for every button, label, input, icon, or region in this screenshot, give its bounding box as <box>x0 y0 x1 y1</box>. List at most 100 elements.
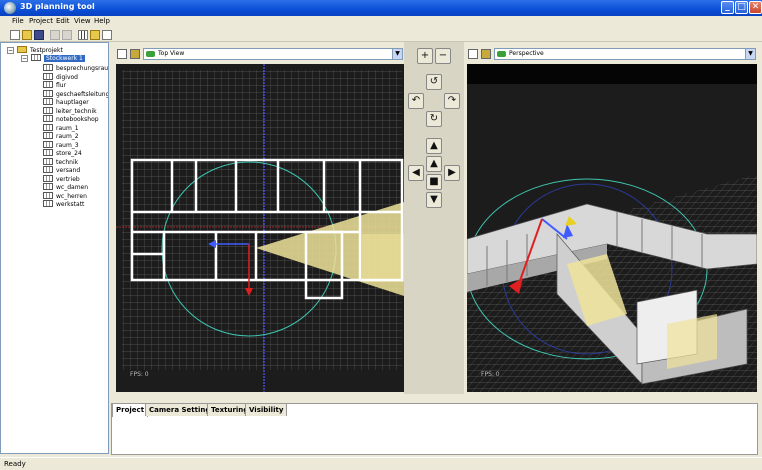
copy-layout-icon[interactable] <box>90 30 100 40</box>
project-tree[interactable]: − Testprojekt − Stockwerk 1 besprechungsra… <box>0 42 109 454</box>
window-title: 3D planning tool <box>20 2 95 11</box>
open-folder-icon[interactable] <box>22 30 32 40</box>
move-down-icon[interactable]: ▼ <box>426 192 442 208</box>
center-icon[interactable]: ■ <box>426 174 442 190</box>
room-icon <box>43 89 53 97</box>
tree-room-label: wc_herren <box>56 192 87 200</box>
viewport-camera-icon[interactable] <box>481 49 491 59</box>
room-icon <box>43 115 53 122</box>
room-icon <box>43 72 53 80</box>
view-select-right[interactable]: Perspective ▼ <box>494 48 756 60</box>
tree-room-label: notebookshop <box>56 116 99 123</box>
rotate-ccw-icon[interactable]: ↺ <box>426 74 442 90</box>
room-icon <box>43 140 53 148</box>
tree-room-label: raum_2 <box>56 133 79 140</box>
tree-room-item[interactable]: werkstatt <box>43 200 84 209</box>
view-select-right-value: Perspective <box>509 50 544 57</box>
new-icon[interactable] <box>10 30 20 40</box>
menu-file[interactable]: File <box>12 17 24 25</box>
chevron-down-icon[interactable]: ▼ <box>392 49 402 59</box>
camera-icon <box>146 51 155 57</box>
copy-icon[interactable] <box>62 30 72 40</box>
tab-project[interactable]: Project <box>112 403 149 417</box>
room-icon <box>43 200 53 207</box>
menu-project[interactable]: Project <box>29 17 53 25</box>
move-up-icon[interactable]: ▲ <box>426 138 442 154</box>
save-icon[interactable] <box>34 30 44 40</box>
perspective-scene[interactable] <box>467 64 757 392</box>
fps-counter-right: FPS: 0 <box>481 371 500 378</box>
tree-floor-node[interactable]: − Stockwerk 1 <box>21 54 85 62</box>
top-view-header: Top View ▼ <box>113 46 403 62</box>
viewport-camera-icon[interactable] <box>130 49 140 59</box>
toolbar <box>0 28 762 42</box>
room-icon <box>43 157 53 165</box>
export-icon[interactable] <box>102 30 112 40</box>
room-icon <box>43 166 53 173</box>
tree-room-label: werkstatt <box>56 201 85 208</box>
camera-icon <box>497 51 506 57</box>
menu-bar: File Project Edit View Help <box>0 16 762 28</box>
folder-icon <box>17 46 27 53</box>
tree-room-label: vertrieb <box>56 175 80 183</box>
room-icon <box>43 183 53 190</box>
top-view-scene[interactable] <box>116 64 404 392</box>
tree-room-label: digivod <box>56 73 78 81</box>
zoom-out-icon[interactable]: − <box>435 48 451 64</box>
tree-room-label: technik <box>56 158 79 166</box>
room-icon <box>43 81 53 88</box>
view-select-left-value: Top View <box>158 50 185 57</box>
tree-room-label: besprechungsraum <box>56 65 109 72</box>
viewport-settings-icon[interactable] <box>468 49 478 59</box>
room-icon <box>43 132 53 139</box>
tree-room-label: wc_damen <box>56 184 89 191</box>
app-icon <box>4 2 16 14</box>
cut-icon[interactable] <box>50 30 60 40</box>
tree-room-label: leiter_technik <box>56 107 97 115</box>
rotate-left-icon[interactable]: ↶ <box>408 93 424 109</box>
perspective-viewport[interactable]: FPS: 0 <box>467 64 757 392</box>
room-icon <box>43 149 53 156</box>
tree-room-label: hauptlager <box>56 99 89 106</box>
tree-room-label: geschaeftsleitung <box>56 90 109 98</box>
viewport-settings-icon[interactable] <box>117 49 127 59</box>
collapse-icon[interactable]: − <box>7 47 14 54</box>
bottom-panel: Project Camera Settings Texturing Visibi… <box>111 403 758 455</box>
room-icon <box>43 98 53 105</box>
tree-root-label: Testprojekt <box>30 47 63 54</box>
tree-room-label: raum_3 <box>56 141 79 149</box>
zoom-in-icon[interactable]: + <box>417 48 433 64</box>
room-icon <box>43 191 53 199</box>
tree-room-label: flur <box>56 82 67 89</box>
move-left-icon[interactable]: ◀ <box>408 165 424 181</box>
move-forward-icon[interactable]: ▲ <box>426 156 442 172</box>
fps-counter-left: FPS: 0 <box>130 371 149 378</box>
tree-room-label: raum_1 <box>56 124 79 132</box>
chevron-down-icon[interactable]: ▼ <box>745 49 755 59</box>
collapse-icon[interactable]: − <box>21 55 28 62</box>
minimize-button[interactable]: _ <box>721 1 734 14</box>
title-bar: 3D planning tool _ □ ✕ <box>0 0 762 16</box>
room-icon <box>43 106 53 114</box>
maximize-button[interactable]: □ <box>735 1 748 14</box>
status-bar: Ready <box>0 457 762 470</box>
perspective-header: Perspective ▼ <box>466 46 758 62</box>
menu-help[interactable]: Help <box>94 17 110 25</box>
move-right-icon[interactable]: ▶ <box>444 165 460 181</box>
room-icon <box>43 174 53 182</box>
room-icon <box>43 64 53 71</box>
room-icon <box>43 123 53 131</box>
rotate-cw-icon[interactable]: ↻ <box>426 111 442 127</box>
tree-room-label: versand <box>56 167 81 174</box>
view-select-left[interactable]: Top View ▼ <box>143 48 403 60</box>
grid-icon[interactable] <box>78 30 88 40</box>
floor-icon <box>31 54 41 61</box>
tree-floor-label: Stockwerk 1 <box>44 55 85 62</box>
rotate-right-icon[interactable]: ↷ <box>444 93 460 109</box>
close-button[interactable]: ✕ <box>749 1 762 14</box>
menu-view[interactable]: View <box>74 17 91 25</box>
tab-visibility[interactable]: Visibility <box>245 403 288 416</box>
status-text: Ready <box>4 460 26 468</box>
top-view-viewport[interactable]: FPS: 0 <box>116 64 404 392</box>
menu-edit[interactable]: Edit <box>56 17 70 25</box>
